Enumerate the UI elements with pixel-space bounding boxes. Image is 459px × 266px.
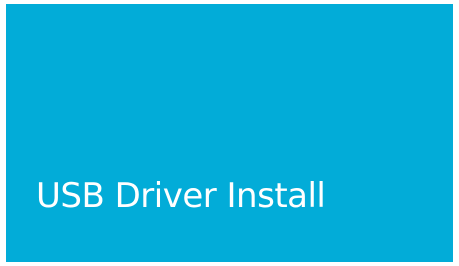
usb-driver-install-tile[interactable]: USB Driver Install <box>6 4 453 262</box>
tile-label: USB Driver Install <box>36 176 326 216</box>
